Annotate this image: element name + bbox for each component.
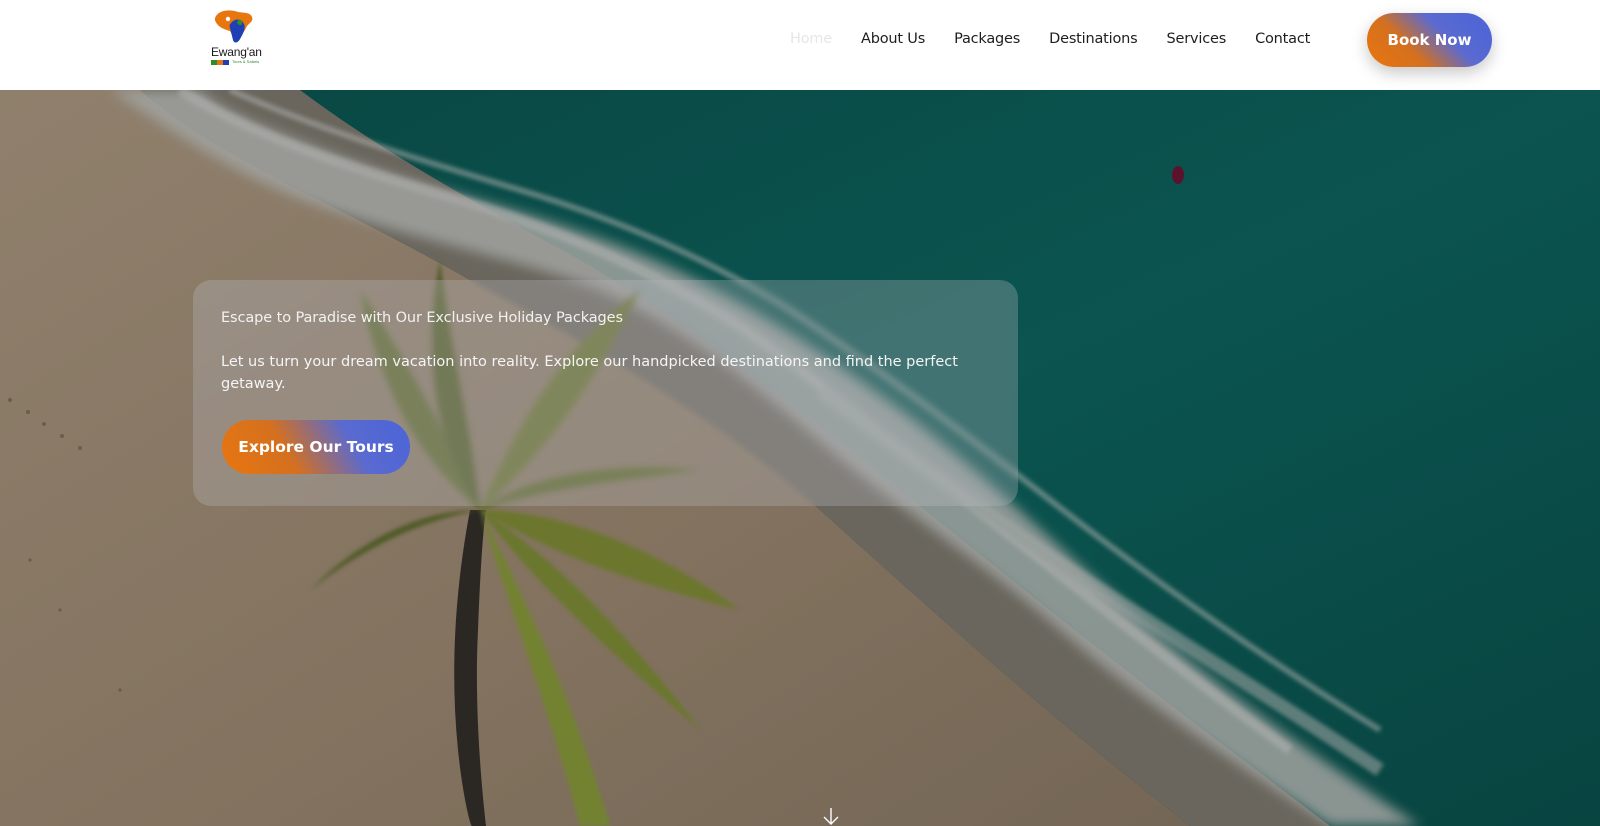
- hero-title: Escape to Paradise with Our Exclusive Ho…: [221, 310, 623, 326]
- explore-tours-button[interactable]: Explore Our Tours: [222, 420, 410, 474]
- site-header: Ewang'an Tours & Safaris Home About Us P…: [0, 0, 1600, 90]
- main-nav: Home About Us Packages Destinations Serv…: [790, 0, 1339, 78]
- nav-item-packages[interactable]: Packages: [954, 31, 1020, 47]
- hero-card: Escape to Paradise with Our Exclusive Ho…: [193, 280, 1018, 506]
- logo-tagline: Tours & Safaris: [232, 59, 260, 64]
- hero-section: Escape to Paradise with Our Exclusive Ho…: [0, 90, 1600, 826]
- logo-flag-stripe: [211, 60, 229, 65]
- nav-item-services[interactable]: Services: [1167, 31, 1227, 47]
- arrow-down-icon[interactable]: [822, 808, 840, 826]
- nav-item-about-us[interactable]: About Us: [861, 31, 925, 47]
- nav-item-destinations[interactable]: Destinations: [1049, 31, 1138, 47]
- site-logo[interactable]: Ewang'an Tours & Safaris: [208, 8, 268, 70]
- nav-item-home[interactable]: Home: [790, 31, 832, 47]
- book-now-button[interactable]: Book Now: [1367, 13, 1492, 67]
- hero-subtitle: Let us turn your dream vacation into rea…: [221, 354, 958, 392]
- nav-item-contact[interactable]: Contact: [1255, 31, 1310, 47]
- logo-name: Ewang'an: [211, 45, 262, 59]
- africa-map-icon: [214, 10, 253, 43]
